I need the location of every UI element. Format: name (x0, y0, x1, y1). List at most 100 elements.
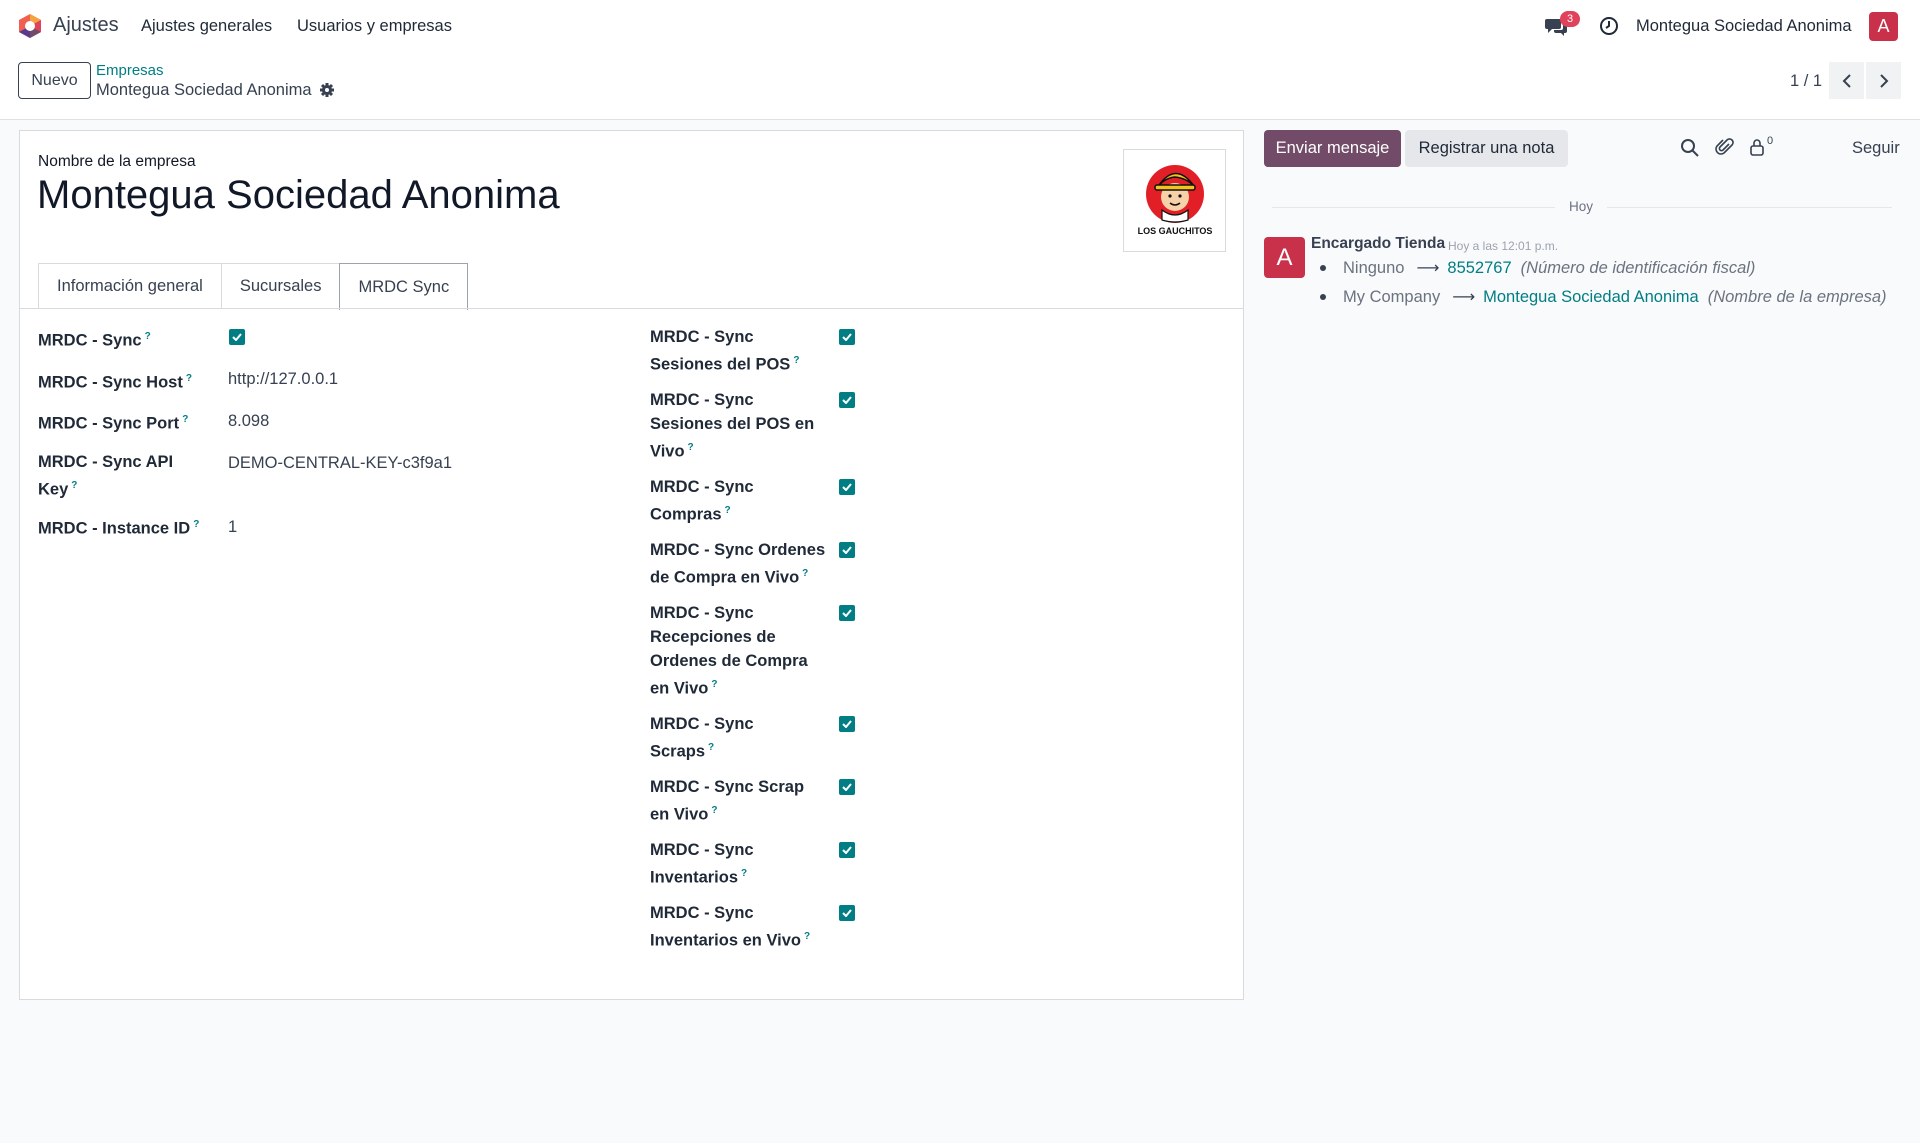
tabs-divider (20, 308, 1243, 309)
field-label: MRDC - Instance ID? (38, 519, 200, 538)
chevron-left-icon (1842, 73, 1851, 88)
help-icon[interactable]: ? (725, 505, 731, 516)
message-author[interactable]: Encargado Tienda (1311, 235, 1445, 253)
tracking-new-value: 8552767 (1447, 258, 1512, 277)
help-icon[interactable]: ? (182, 414, 188, 425)
sync-api-key-field[interactable]: DEMO-CENTRAL-KEY-c3f9a1 (228, 454, 452, 473)
field-label: MRDC - Sync Inventarios en Vivo? (650, 904, 811, 950)
follow-button[interactable]: Seguir (1852, 139, 1900, 158)
check-icon (842, 783, 852, 791)
tracking-field-name: (Número de identificación fiscal) (1520, 258, 1756, 277)
menu-usuarios-empresas[interactable]: Usuarios y empresas (297, 17, 452, 36)
help-icon[interactable]: ? (688, 442, 694, 453)
new-button[interactable]: Nuevo (18, 62, 91, 99)
follower-count: 0 (1767, 135, 1774, 147)
tab-mrdc-sync[interactable]: MRDC Sync (339, 263, 469, 310)
field-label: MRDC - Sync Sesiones del POS? (650, 328, 800, 374)
field-label: MRDC - Sync Port? (38, 414, 189, 433)
lock-followers-icon[interactable] (1747, 137, 1767, 157)
field-label: MRDC - Sync Ordenes de Compra en Vivo? (650, 541, 826, 587)
check-icon (842, 546, 852, 554)
pager-next-button[interactable] (1866, 62, 1901, 99)
chevron-right-icon (1879, 73, 1888, 88)
tab-informacion-general[interactable]: Información general (38, 263, 222, 309)
menu-ajustes-generales[interactable]: Ajustes generales (141, 17, 272, 36)
sync-scraps-checkbox[interactable] (839, 716, 855, 732)
tracking-old-value: Ninguno (1343, 258, 1405, 277)
help-icon[interactable]: ? (193, 519, 199, 530)
sync-purchase-orders-live-checkbox[interactable] (839, 542, 855, 558)
help-icon[interactable]: ? (711, 679, 717, 690)
tracking-old-value: My Company (1343, 287, 1441, 306)
gear-icon[interactable] (319, 82, 335, 98)
tab-sucursales[interactable]: Sucursales (220, 263, 341, 309)
field-label: MRDC - Sync Compras? (650, 478, 754, 524)
tracking-change: My Company ⟶ Montegua Sociedad Anonima (… (1320, 287, 1887, 307)
check-icon (842, 483, 852, 491)
user-avatar[interactable]: A (1869, 12, 1898, 41)
breadcrumb-current: Montegua Sociedad Anonima (96, 81, 312, 99)
top-navbar: Ajustes Ajustes generales Usuarios y emp… (0, 0, 1920, 52)
sync-pos-sessions-live-checkbox[interactable] (839, 392, 855, 408)
arrow-right-icon: ⟶ (1416, 260, 1440, 277)
company-switcher[interactable]: Montegua Sociedad Anonima (1636, 17, 1852, 36)
sync-scrap-live-checkbox[interactable] (839, 779, 855, 795)
field-label: MRDC - Sync API Key? (38, 453, 174, 499)
help-icon[interactable]: ? (186, 373, 192, 384)
check-icon (842, 609, 852, 617)
check-icon (842, 396, 852, 404)
tracking-change: Ninguno ⟶ 8552767 (Número de identificac… (1320, 258, 1755, 278)
help-icon[interactable]: ? (145, 331, 151, 342)
bullet (1320, 265, 1326, 271)
company-name-field[interactable]: Montegua Sociedad Anonima (37, 173, 560, 218)
field-label: MRDC - Sync Scrap en Vivo? (650, 778, 805, 824)
help-icon[interactable]: ? (711, 805, 717, 816)
chat-badge: 3 (1560, 11, 1580, 27)
sync-pos-sessions-checkbox[interactable] (839, 329, 855, 345)
app-name[interactable]: Ajustes (53, 14, 119, 37)
message-author-avatar[interactable]: A (1264, 237, 1305, 278)
mrdc-sync-checkbox[interactable] (229, 329, 245, 345)
message-date: Hoy a las 12:01 p.m. (1448, 239, 1559, 253)
field-label: MRDC - Sync Sesiones del POS en Vivo? (650, 391, 815, 461)
send-message-button[interactable]: Enviar mensaje (1264, 130, 1401, 167)
field-label: MRDC - Sync Scraps? (650, 715, 754, 761)
check-icon (842, 846, 852, 854)
sync-purchases-checkbox[interactable] (839, 479, 855, 495)
sync-inventories-live-checkbox[interactable] (839, 905, 855, 921)
help-icon[interactable]: ? (804, 931, 810, 942)
notebook-tabs: Información general Sucursales MRDC Sync (38, 263, 469, 310)
help-icon[interactable]: ? (793, 355, 799, 366)
field-label: MRDC - Sync Inventarios? (650, 841, 754, 887)
bullet (1320, 294, 1326, 300)
chatter-panel: Enviar mensaje Registrar una nota (1264, 128, 1904, 528)
help-icon[interactable]: ? (708, 742, 714, 753)
logo-image: LOS GAUCHITOS (1138, 165, 1213, 236)
tracking-new-value: Montegua Sociedad Anonima (1483, 287, 1699, 306)
company-logo-image[interactable]: LOS GAUCHITOS (1123, 149, 1226, 252)
sync-host-field[interactable]: http://127.0.0.1 (228, 370, 338, 389)
pager-previous-button[interactable] (1829, 62, 1864, 99)
sync-inventories-checkbox[interactable] (839, 842, 855, 858)
tracking-field-name: (Nombre de la empresa) (1707, 287, 1887, 306)
sync-port-field[interactable]: 8.098 (228, 412, 269, 431)
help-icon[interactable]: ? (802, 568, 808, 579)
check-icon (842, 909, 852, 917)
app-logo-icon[interactable] (16, 12, 44, 40)
control-panel: Nuevo Empresas Montegua Sociedad Anonima… (0, 52, 1920, 120)
logo-text: LOS GAUCHITOS (1138, 226, 1213, 236)
instance-id-field[interactable]: 1 (228, 518, 237, 537)
paperclip-icon[interactable] (1715, 137, 1735, 157)
check-icon (842, 333, 852, 341)
check-icon (232, 333, 242, 341)
search-icon[interactable] (1680, 138, 1700, 158)
help-icon[interactable]: ? (741, 868, 747, 879)
pager-value[interactable]: 1 / 1 (1790, 72, 1822, 91)
activity-clock-icon[interactable] (1599, 16, 1619, 36)
arrow-right-icon: ⟶ (1452, 289, 1476, 306)
help-icon[interactable]: ? (71, 480, 77, 491)
field-label: MRDC - Sync Host? (38, 373, 192, 392)
log-note-button[interactable]: Registrar una nota (1405, 130, 1568, 167)
breadcrumb-empresas[interactable]: Empresas (96, 62, 164, 79)
sync-po-receptions-live-checkbox[interactable] (839, 605, 855, 621)
